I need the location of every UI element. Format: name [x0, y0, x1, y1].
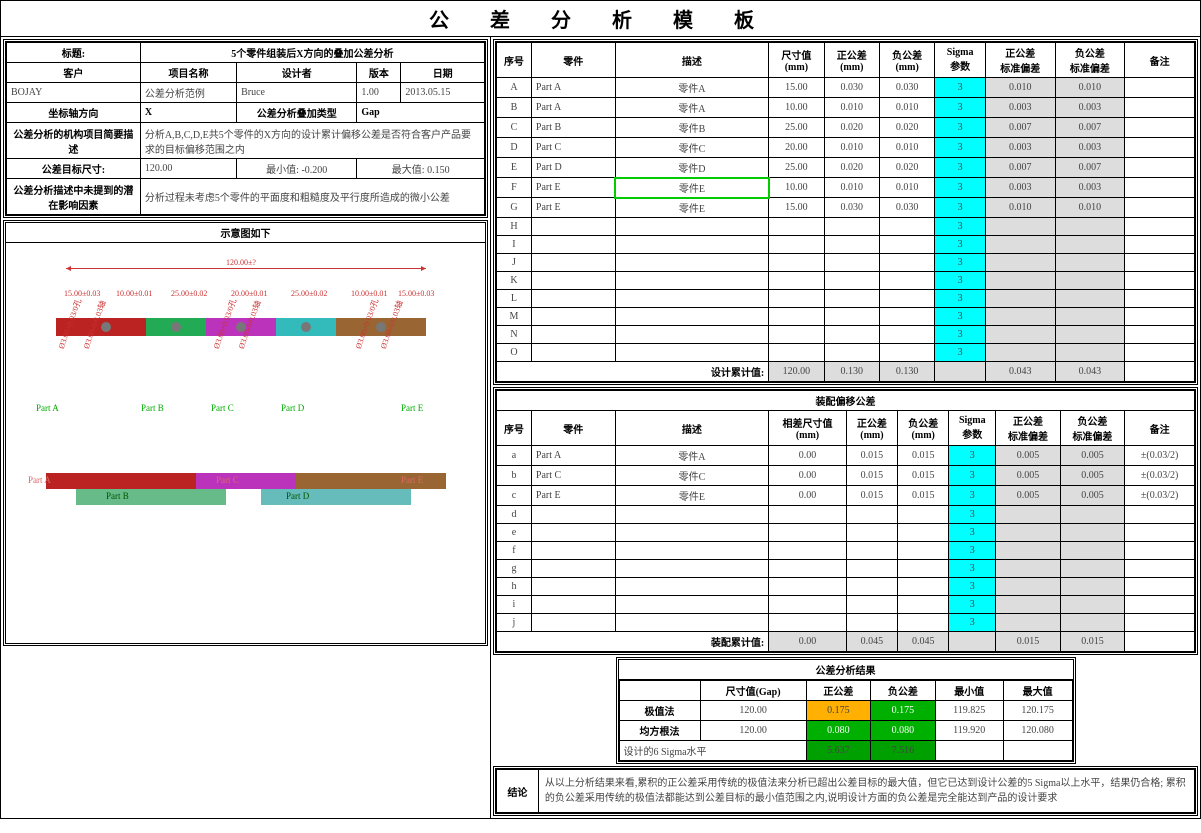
diagram-panel: 示意图如下 120.00±? 15.00±0.03 10.00±0.01 25.… [3, 220, 488, 646]
conclusion: 结论 从以上分析结果来看,累积的正公差采用传统的极值法来分析已超出公差目标的最大… [493, 766, 1198, 816]
page: 公 差 分 析 模 板 标题: 5个零件组装后X方向的叠加公差分析 客户 项目名… [0, 0, 1201, 819]
assembly-table: 装配偏移公差序号零件描述相差尺寸值(mm)正公差(mm)负公差(mm)Sigma… [493, 387, 1198, 655]
header-panel: 标题: 5个零件组装后X方向的叠加公差分析 客户 项目名称 设计者 版本 日期 … [3, 39, 488, 218]
topic: 5个零件组装后X方向的叠加公差分析 [140, 43, 484, 63]
left-column: 标题: 5个零件组装后X方向的叠加公差分析 客户 项目名称 设计者 版本 日期 … [1, 37, 491, 818]
topic-label: 标题: [7, 43, 141, 63]
diagram: 120.00±? 15.00±0.03 10.00±0.01 25.00±0.0… [6, 243, 485, 643]
main-title: 公 差 分 析 模 板 [1, 1, 1200, 37]
right-column: 序号零件描述尺寸值(mm)正公差(mm)负公差(mm)Sigma参数正公差标准偏… [491, 37, 1200, 818]
design-table: 序号零件描述尺寸值(mm)正公差(mm)负公差(mm)Sigma参数正公差标准偏… [493, 39, 1198, 385]
result-table: 公差分析结果 尺寸值(Gap)正公差负公差最小值最大值 极值法120.000.1… [616, 657, 1076, 764]
